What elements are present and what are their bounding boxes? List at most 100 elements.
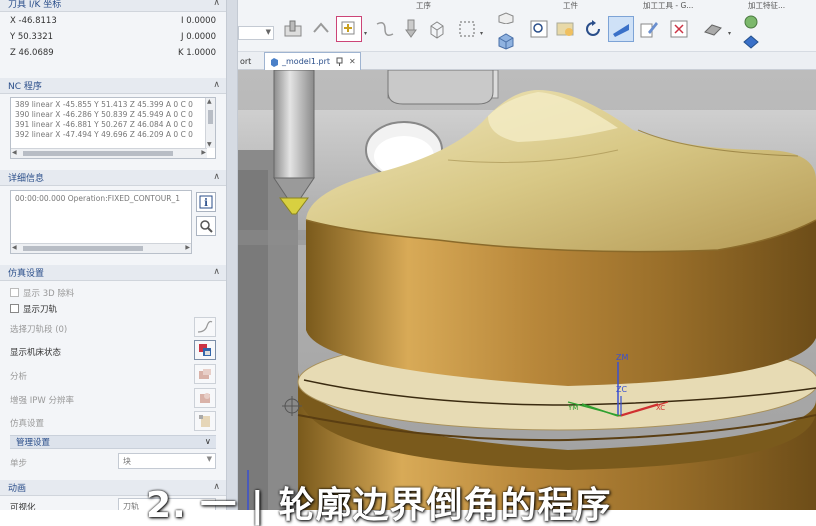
tab-model1[interactable]: _model1.prt ✕ [264, 52, 361, 70]
toolpath-icon [376, 22, 394, 36]
group-label-features: 加工特征... [748, 1, 786, 10]
nc-vertical-scrollbar[interactable]: ▲ ▼ [205, 98, 215, 148]
magnifier-frame-icon [530, 20, 548, 38]
green-sphere-icon [744, 15, 758, 29]
arrows-icon [313, 22, 329, 33]
pencil-sheet-icon [640, 22, 658, 38]
sphere-button[interactable] [742, 14, 760, 30]
diamond-icon [743, 35, 759, 49]
create-operation-button[interactable] [336, 16, 362, 42]
step-dropdown[interactable]: 块 ▼ [118, 453, 216, 469]
coord-k: K 1.0000 [177, 48, 216, 58]
axis-label-zm: ZM [616, 353, 628, 362]
info-button[interactable]: i [196, 192, 216, 212]
feature-button[interactable] [700, 16, 726, 42]
box-outline-icon [498, 12, 514, 25]
verify-button[interactable] [398, 16, 424, 42]
nc-program-title: NC 程序 [8, 82, 42, 92]
sim-settings-button[interactable] [194, 411, 216, 431]
collapse-chevron-icon[interactable]: ∧ [213, 267, 220, 277]
axis-label-ym: YM [567, 404, 578, 412]
sim-settings-header[interactable]: 仿真设置 ∧ [0, 265, 226, 281]
hole-tool-button[interactable] [280, 16, 306, 42]
cube-view-button[interactable] [424, 16, 450, 42]
close-tab-icon[interactable]: ✕ [349, 57, 356, 66]
cutting-tool [273, 70, 315, 179]
coord-i: I 0.0000 [181, 16, 216, 26]
simulate-button[interactable] [608, 16, 634, 42]
edit-tool-button[interactable] [636, 16, 662, 42]
analysis-button[interactable] [194, 364, 216, 384]
select-toolpath-button[interactable] [194, 317, 216, 337]
manage-settings-label: 管理设置 [16, 438, 51, 448]
group-label-workpiece: 工件 [563, 1, 578, 10]
transform-button[interactable] [308, 16, 334, 42]
3d-graphics-viewport[interactable]: ZM ZC XC YM [238, 70, 816, 510]
nc-line[interactable]: 389 linear X -45.855 Y 51.413 Z 45.399 A… [11, 100, 215, 110]
dropdown-arrow-icon: ▼ [206, 455, 212, 463]
part-file-icon [271, 57, 278, 67]
details-header[interactable]: 详细信息 ∧ [0, 170, 226, 186]
show-machine-state-label: 显示机床状态 [10, 348, 62, 358]
coord-z: Z 46.0689 [10, 48, 54, 58]
coord-row-z: Z 46.0689 K 1.0000 [10, 48, 216, 62]
analysis-label: 分析 [10, 372, 28, 382]
tool-coords-title: 刀具 I/K 坐标 [8, 0, 62, 10]
machine-state-button[interactable] [194, 340, 216, 360]
magnifier-icon [200, 220, 213, 233]
sim-settings-title: 仿真设置 [8, 269, 45, 279]
video-subtitle: 2. 一 | 轮廓边界倒角的程序 [146, 485, 612, 526]
svg-text:i: i [204, 198, 208, 209]
animation-title: 动画 [8, 484, 27, 494]
tool-coords-header[interactable]: 刀具 I/K 坐标 ∧ [0, 0, 226, 12]
search-button[interactable] [196, 216, 216, 236]
nc-program-list[interactable]: 389 linear X -45.855 Y 51.413 Z 45.399 A… [10, 97, 216, 159]
machining-scene[interactable]: ZM ZC XC YM [238, 70, 816, 510]
details-horizontal-scrollbar[interactable]: ◀ ▶ [11, 243, 191, 253]
tool-motion-icon [613, 24, 629, 37]
axis-label-zc: ZC [616, 385, 627, 394]
nc-line[interactable]: 390 linear X -46.286 Y 50.839 Z 45.949 A… [11, 110, 215, 120]
nc-horizontal-scrollbar[interactable]: ◀ ▶ [11, 148, 207, 158]
fit-view-button[interactable] [666, 16, 692, 42]
axis-label-xc: XC [656, 404, 665, 412]
collapse-chevron-icon[interactable]: ∧ [213, 80, 220, 90]
analysis-icon [199, 369, 211, 379]
coord-row-x: X -46.8113 I 0.0000 [10, 16, 216, 30]
tool-holder-icon [405, 19, 417, 38]
toolbar-dropdown[interactable]: ▼ [238, 26, 274, 40]
ipw-icon [200, 393, 210, 403]
collapse-chevron-icon[interactable]: ∧ [213, 172, 220, 182]
refresh-button[interactable] [580, 16, 606, 42]
small-box-button[interactable] [496, 12, 516, 25]
pin-icon[interactable] [335, 57, 344, 66]
manage-settings-header[interactable]: 管理设置 ∨ [10, 435, 216, 449]
nc-line[interactable]: 392 linear X -47.494 Y 49.696 Z 46.209 A… [11, 130, 215, 140]
show-toolpath-checkbox[interactable] [10, 304, 19, 313]
panel-splitter[interactable] [226, 0, 238, 510]
grey-shape-icon [704, 24, 722, 36]
show-3d-removal-checkbox[interactable] [10, 288, 19, 297]
selection-box-button[interactable] [454, 16, 480, 42]
shaded-view-button[interactable] [552, 16, 578, 42]
ipw-resolution-label: 增强 IPW 分辨率 [10, 396, 74, 406]
document-tabs: ort _model1.prt ✕ [238, 52, 816, 70]
show-3d-removal-row[interactable]: 显示 3D 除料 [10, 287, 74, 299]
zoom-fit-button[interactable] [526, 16, 552, 42]
nc-line[interactable]: 391 linear X -46.881 Y 50.267 Z 46.084 A… [11, 120, 215, 130]
blue-cube-icon [498, 33, 514, 50]
nc-program-header[interactable]: NC 程序 ∧ [0, 78, 226, 94]
step-value: 块 [123, 456, 131, 466]
feature-axis-button[interactable] [742, 34, 760, 50]
ipw-resolution-button[interactable] [194, 388, 216, 408]
toolpath-button[interactable] [372, 16, 398, 42]
workpiece-button[interactable] [496, 32, 516, 50]
details-box[interactable]: 00:00:00.000 Operation:FIXED_CONTOUR_1 ◀… [10, 190, 192, 254]
show-toolpath-row[interactable]: 显示刀轨 [10, 303, 57, 315]
tab-part-label: ort [240, 56, 252, 66]
tab-part[interactable]: ort [236, 52, 255, 70]
expand-chevron-icon[interactable]: ∨ [205, 437, 211, 447]
collapse-chevron-icon[interactable]: ∧ [213, 0, 220, 8]
visualize-label: 可视化 [10, 503, 36, 510]
group-label-tools: 加工工具 - G... [643, 1, 694, 10]
